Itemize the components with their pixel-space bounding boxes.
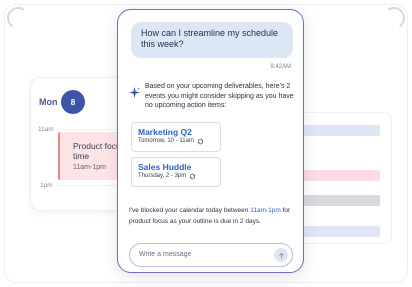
message-timestamp: 9:42AM <box>270 64 291 70</box>
background-event-bar <box>300 125 380 136</box>
suggested-event-time: Thursday, 2 - 3pm <box>138 173 187 179</box>
send-button[interactable] <box>274 248 288 262</box>
suggested-event-title: Marketing Q2 <box>138 127 192 137</box>
message-input-placeholder: Write a message <box>139 251 192 258</box>
recurring-icon <box>197 138 204 145</box>
suggested-event-time-row: Thursday, 2 - 3pm <box>138 172 214 181</box>
recurring-icon <box>189 173 196 180</box>
suggested-event-card[interactable]: Marketing Q2 Tomorrow, 10 - 11am <box>131 122 221 152</box>
calendar-date-badge[interactable]: 8 <box>61 90 85 114</box>
background-event-bar <box>300 226 380 237</box>
suggested-event-title: Sales Huddle <box>138 162 192 172</box>
background-event-bar <box>300 170 380 181</box>
calendar-day-label: Mon <box>39 97 58 107</box>
arrow-up-icon <box>278 252 284 258</box>
suggested-event-time: Tomorrow, 10 - 11am <box>138 138 194 144</box>
sparkle-icon <box>129 87 140 98</box>
message-input[interactable]: Write a message <box>129 243 293 267</box>
final-message-highlight: 11am-1pm <box>250 207 281 214</box>
user-message-bubble: How can I streamline my schedule this we… <box>131 22 293 58</box>
suggested-event-time-row: Tomorrow, 10 - 11am <box>138 137 214 146</box>
time-label-1pm: 1pm <box>40 182 53 189</box>
assistant-chat-panel: How can I streamline my schedule this we… <box>117 9 304 273</box>
final-message-before: I've blocked your calendar today between <box>129 207 251 214</box>
assistant-intro-text: Based on your upcoming deliverables, her… <box>145 83 294 109</box>
event-time: 11am-1pm <box>73 164 106 171</box>
background-event-bar <box>300 195 380 206</box>
app-stage: Mon 8 11am 1pm Product focus time 11am-1… <box>0 0 412 287</box>
assistant-final-message: I've blocked your calendar today between… <box>129 206 297 227</box>
time-label-11am: 11am <box>38 126 54 133</box>
suggested-event-card[interactable]: Sales Huddle Thursday, 2 - 3pm <box>131 157 221 187</box>
